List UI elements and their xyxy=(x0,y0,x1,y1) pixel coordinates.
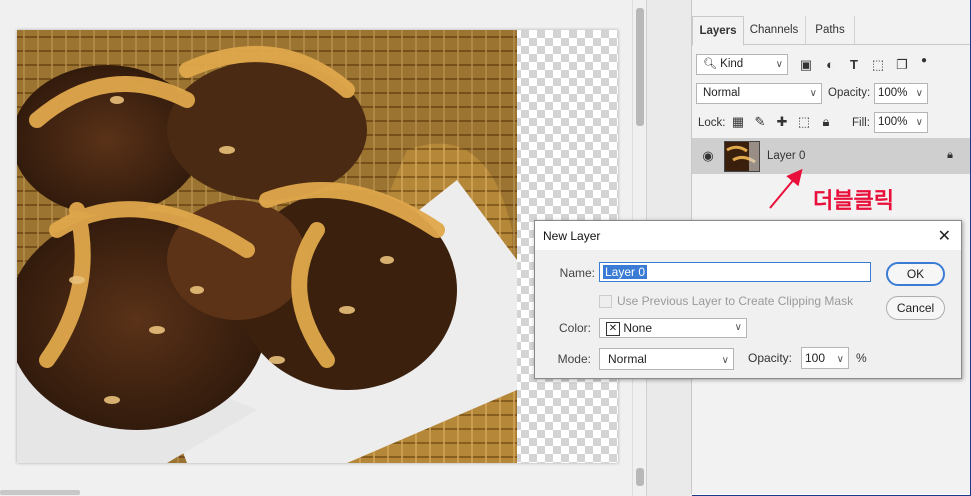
adjustment-filter-icon[interactable]: ◐ xyxy=(822,57,838,73)
opacity-label: Opacity: xyxy=(828,87,871,99)
move-lock-icon[interactable]: ✚ xyxy=(774,114,790,130)
filter-kind-label: Kind xyxy=(720,58,744,70)
name-value: Layer 0 xyxy=(603,265,648,279)
chevron-down-icon: ∨ xyxy=(809,88,817,99)
chevron-down-icon: ∨ xyxy=(775,59,783,70)
shape-filter-icon[interactable]: ⬚ xyxy=(870,57,886,73)
dialog-opacity-unit: % xyxy=(856,351,867,365)
brush-lock-icon[interactable]: ✎ xyxy=(752,114,768,130)
fill-label: Fill: xyxy=(852,117,870,129)
blend-mode-value: Normal xyxy=(703,87,741,99)
dialog-opacity-label: Opacity: xyxy=(748,351,793,365)
mode-value: Normal xyxy=(608,352,647,366)
chevron-down-icon: ∨ xyxy=(915,88,923,99)
padlock-icon[interactable]: 🔒︎ xyxy=(818,114,834,130)
name-label: Name: xyxy=(559,266,595,280)
layer-row[interactable]: ◉ Layer 0 🔒︎ xyxy=(692,138,970,174)
opacity-value: 100% xyxy=(878,87,908,99)
panel-tabs: Layers Channels Paths xyxy=(692,16,970,46)
search-icon: 🔍︎ xyxy=(703,58,717,70)
tab-layers[interactable]: Layers xyxy=(692,16,744,46)
tab-paths[interactable]: Paths xyxy=(806,16,855,44)
chevron-down-icon: ∨ xyxy=(836,354,844,365)
scroll-thumb[interactable] xyxy=(636,8,644,126)
dialog-opacity-value: 100 xyxy=(805,351,826,365)
name-input[interactable]: Layer 0 xyxy=(599,262,871,282)
cancel-button[interactable]: Cancel xyxy=(886,296,945,320)
annotation-text: 더블클릭 xyxy=(813,188,894,213)
type-filter-icon[interactable]: T xyxy=(846,57,862,73)
color-value: None xyxy=(623,321,653,335)
panel-bottom-toolbar xyxy=(692,482,970,494)
chevron-down-icon: ∨ xyxy=(734,322,742,333)
chevron-down-icon: ∨ xyxy=(721,355,729,366)
color-select[interactable]: ✕ None ∨ xyxy=(599,318,747,338)
ok-button[interactable]: OK xyxy=(886,262,945,286)
dialog-title: New Layer xyxy=(543,229,601,243)
new-layer-dialog: New Layer ✕ Name: Layer 0 Use Previous L… xyxy=(534,220,962,379)
horizontal-scroll-thumb[interactable] xyxy=(0,490,80,495)
filter-toggle-icon[interactable]: ● xyxy=(916,53,932,69)
mode-select[interactable]: Normal ∨ xyxy=(599,348,734,370)
scroll-thumb-bottom[interactable] xyxy=(636,468,644,486)
chevron-down-icon: ∨ xyxy=(915,117,923,128)
clipping-checkbox[interactable] xyxy=(599,295,612,308)
lock-label: Lock: xyxy=(698,117,726,129)
filter-kind-select[interactable]: 🔍︎ Kind ∨ xyxy=(696,54,788,75)
artboard-lock-icon[interactable]: ⬚ xyxy=(796,114,812,130)
fill-input[interactable]: 100% ∨ xyxy=(874,112,928,133)
no-color-icon: ✕ xyxy=(606,321,620,336)
smartobject-filter-icon[interactable]: ❐ xyxy=(894,57,910,73)
lock-icon: 🔒︎ xyxy=(947,149,953,161)
close-icon[interactable]: ✕ xyxy=(938,226,951,246)
dialog-titlebar[interactable]: New Layer ✕ xyxy=(535,221,961,250)
eye-icon[interactable]: ◉ xyxy=(700,148,716,164)
opacity-input[interactable]: 100% ∨ xyxy=(874,83,928,104)
fill-value: 100% xyxy=(878,116,908,128)
pretzel-photo xyxy=(17,30,517,463)
color-label: Color: xyxy=(558,321,591,335)
checkerboard-lock-icon[interactable]: ▦ xyxy=(730,114,746,130)
layer-name[interactable]: Layer 0 xyxy=(767,150,805,162)
clipping-label: Use Previous Layer to Create Clipping Ma… xyxy=(617,294,854,308)
layer-thumbnail[interactable] xyxy=(724,141,760,172)
document-canvas[interactable] xyxy=(17,30,618,463)
dialog-opacity-input[interactable]: 100 ∨ xyxy=(801,347,849,369)
image-filter-icon[interactable]: ▣ xyxy=(798,57,814,73)
tab-channels[interactable]: Channels xyxy=(743,16,806,44)
layer-thumbnail-image xyxy=(725,142,759,171)
mode-label: Mode: xyxy=(557,352,591,366)
blend-mode-select[interactable]: Normal ∨ xyxy=(696,83,822,104)
